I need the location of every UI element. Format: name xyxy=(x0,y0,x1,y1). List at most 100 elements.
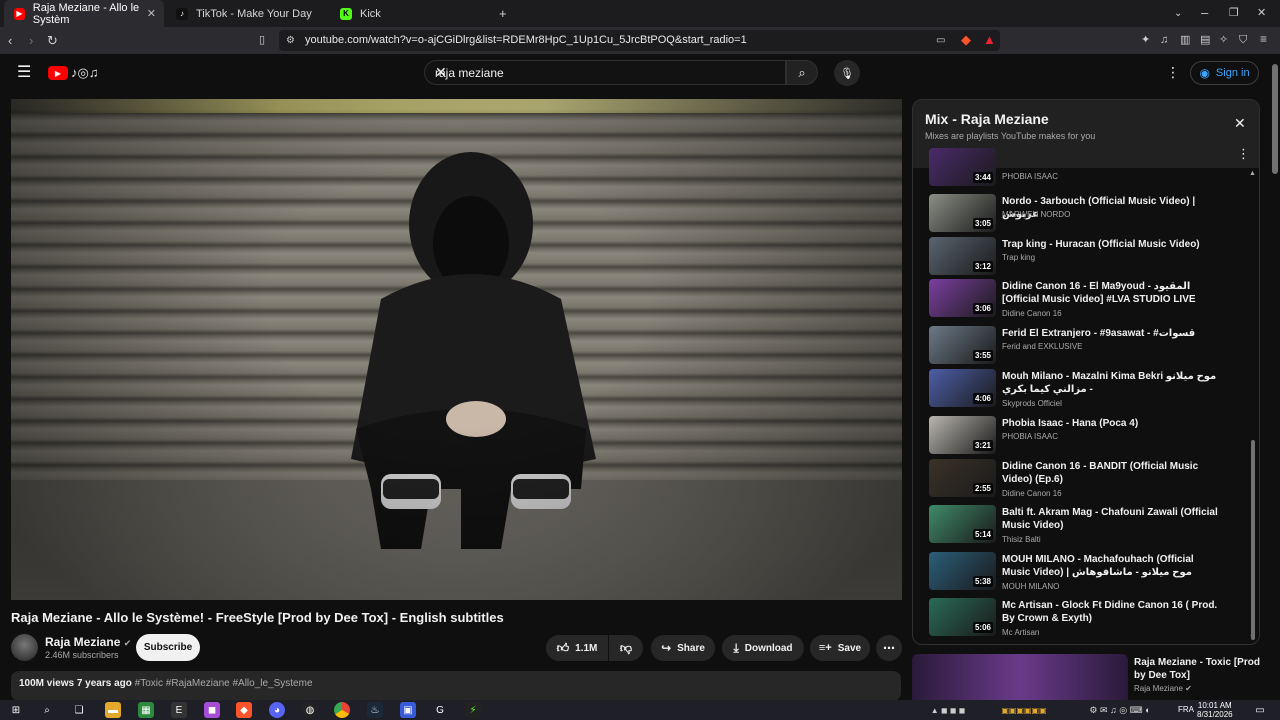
playlist-item[interactable]: 3:05 Nordo - 3arbouch (Official Music Vid… xyxy=(929,194,1229,234)
search-icon[interactable]: ⌕ xyxy=(39,702,55,718)
brave-icon[interactable]: ◆ xyxy=(236,702,252,718)
steam-icon[interactable]: ♨ xyxy=(367,702,383,718)
account-icon: ◉ xyxy=(1199,66,1210,80)
search-icon: ⌕ xyxy=(798,64,806,80)
playlist-item-artist: PHOBIA ISAAC xyxy=(1002,432,1059,441)
app-icon[interactable]: ▣ xyxy=(400,702,416,718)
close-window-icon[interactable]: ✕ xyxy=(1257,7,1266,20)
recommended-channel: Raja Meziane ✔ xyxy=(1134,684,1192,693)
wallet-icon[interactable]: ▤ xyxy=(1200,34,1210,47)
subscribe-button[interactable]: Subscribe xyxy=(136,634,200,661)
app-icon[interactable]: ◼ xyxy=(204,702,220,718)
playlist-item[interactable]: 5:14 Balti ft. Akram Mag - Chafouni Zawal… xyxy=(929,505,1229,545)
clock[interactable]: 10:01 AM 8/31/2026 xyxy=(1197,701,1233,719)
page-scrollbar[interactable] xyxy=(1270,54,1280,700)
playlist-scrollbar[interactable] xyxy=(1251,440,1255,640)
playlist-item-artist: Thisiz Balti xyxy=(1002,535,1041,544)
tab-tiktok[interactable]: ♪ TikTok - Make Your Day xyxy=(166,0,326,27)
playlist-item[interactable]: 5:06 Mc Artisan - Glock Ft Didine Canon 1… xyxy=(929,598,1229,638)
brave-shields-icon[interactable]: ◆ xyxy=(961,33,971,46)
playlist-item[interactable]: 3:21 Phobia Isaac - Hana (Poca 4) PHOBIA I… xyxy=(929,416,1229,456)
youtube-doodle-icon[interactable]: ♪◎♫ xyxy=(71,65,99,81)
vpn-icon[interactable]: ⛉ xyxy=(1239,34,1247,47)
url-bar[interactable]: ⚙ youtube.com/watch?v=o-ajCGiDlrg&list=R… xyxy=(279,30,1000,51)
verified-icon: ✔ xyxy=(123,638,132,648)
recommended-video[interactable]: Raja Meziane - Toxic [Prod by Dee Tox] R… xyxy=(912,654,1260,700)
app-icon[interactable]: G xyxy=(432,702,448,718)
discord-icon[interactable]: ◕ xyxy=(269,702,285,718)
playlist-item-title: Trap king - Huracan (Official Music Vide… xyxy=(1002,239,1200,250)
playlist-item[interactable]: 5:38 MOUH MILANO - Machafouhach (Official… xyxy=(929,552,1229,592)
playlist-menu-icon[interactable]: ⋮ xyxy=(1237,146,1250,162)
epic-games-icon[interactable]: E xyxy=(171,702,187,718)
tab-youtube[interactable]: ▶ Raja Meziane - Allo le Systèm ✕ xyxy=(4,0,164,27)
more-actions-button[interactable]: ⋯ xyxy=(876,635,902,661)
download-button[interactable]: ⤓ Download xyxy=(722,635,804,661)
tray-icons[interactable]: ▲ ◼ ◼ ◼ xyxy=(918,702,978,718)
description-box[interactable]: 100M views 7 years ago #Toxic #RajaMezia… xyxy=(11,671,901,701)
reload-icon[interactable]: ↻ xyxy=(47,34,58,47)
playlist-item[interactable]: 3:06 Didine Canon 16 - El Ma9youd - المقي… xyxy=(929,279,1229,319)
like-button[interactable]: 👍︎ 1.1M xyxy=(546,635,608,661)
page-scrollbar-thumb[interactable] xyxy=(1272,64,1278,174)
brave-rewards-icon[interactable]: ▲ xyxy=(983,33,996,46)
maximize-icon[interactable]: ❐ xyxy=(1229,7,1239,20)
channel-avatar[interactable] xyxy=(11,634,38,661)
store-icon[interactable]: ▦ xyxy=(138,702,154,718)
search-input[interactable]: raja meziane ✕ xyxy=(424,60,786,85)
playlist-item[interactable]: 3:55 Ferid El Extranjero - #9asawat - #قس… xyxy=(929,326,1229,366)
file-explorer-icon[interactable]: ▬ xyxy=(105,702,121,718)
new-tab-icon[interactable]: + xyxy=(499,7,507,20)
language-indicator[interactable]: FRA xyxy=(1178,705,1194,714)
extensions-icon[interactable]: ✦ xyxy=(1141,34,1150,47)
youtube-logo-icon[interactable]: ▶ xyxy=(48,66,68,80)
playlist-item-title: Didine Canon 16 - BANDIT (Official Music… xyxy=(1002,461,1199,485)
site-info-icon[interactable]: ⚙ xyxy=(286,34,295,47)
playlist-item-thumbnail: 3:21 xyxy=(929,416,996,454)
sign-in-button[interactable]: ◉ Sign in xyxy=(1190,61,1259,85)
menu-icon[interactable]: ≡ xyxy=(1260,33,1267,46)
media-icon[interactable]: ♫ xyxy=(1160,34,1168,47)
close-tab-icon[interactable]: ✕ xyxy=(147,7,156,20)
playlist-title[interactable]: Mix - Raja Meziane xyxy=(925,111,1049,127)
hashtags[interactable]: #Toxic #RajaMeziane #Allo_le_Systeme xyxy=(135,678,313,689)
app-icon[interactable]: ◍ xyxy=(302,702,318,718)
recommended-thumbnail xyxy=(912,654,1128,700)
bookmark-icon[interactable]: ▯ xyxy=(259,34,265,47)
tab-label: Kick xyxy=(360,7,381,20)
sidebar-icon[interactable]: ▥ xyxy=(1180,34,1190,47)
search-button[interactable]: ⌕ xyxy=(786,60,818,85)
notifications-icon[interactable]: ▭ xyxy=(1252,702,1268,718)
hamburger-menu-icon[interactable]: ☰ xyxy=(17,65,31,81)
more-options-icon[interactable]: ⋮ xyxy=(1166,65,1180,79)
tab-kick[interactable]: K Kick xyxy=(330,0,490,27)
playlist-item-thumbnail: 4:06 xyxy=(929,369,996,407)
channel-name[interactable]: Raja Meziane ✔ xyxy=(45,635,131,649)
task-view-icon[interactable]: ❏ xyxy=(71,702,87,718)
playlist-item[interactable]: 4:06 Mouh Milano - Mazalni Kima Bekri موح… xyxy=(929,369,1229,409)
voice-search-button[interactable]: 🎙︎ xyxy=(834,60,860,86)
channel-name-text: Raja Meziane xyxy=(45,635,121,649)
save-button[interactable]: ≡+ Save xyxy=(810,635,870,661)
system-tray-icons[interactable]: ⚙ ✉ ♫ ◎ ⌨ ◐ xyxy=(1070,702,1170,718)
playlist-item-artist: Mc Artisan xyxy=(1002,628,1040,637)
scroll-up-icon[interactable]: ▲ xyxy=(1249,170,1256,177)
clear-search-icon[interactable]: ✕ xyxy=(435,64,777,81)
cast-icon[interactable]: ▭ xyxy=(936,34,945,47)
forward-icon[interactable]: › xyxy=(29,34,33,47)
tab-list-icon[interactable]: ⌄ xyxy=(1174,7,1182,20)
playlist-item[interactable]: 2:55 Didine Canon 16 - BANDIT (Official M… xyxy=(929,459,1229,499)
close-playlist-icon[interactable]: ✕ xyxy=(1234,115,1246,132)
windows-start-icon[interactable]: ⊞ xyxy=(8,702,24,718)
share-button[interactable]: ↪ Share xyxy=(651,635,715,661)
chrome-icon[interactable] xyxy=(334,702,350,718)
minimize-icon[interactable]: – xyxy=(1201,6,1208,19)
tray-app-icons[interactable]: ▣▣▣▣▣▣ xyxy=(984,702,1064,718)
video-player[interactable] xyxy=(11,99,902,600)
leo-icon[interactable]: ✧ xyxy=(1219,34,1228,47)
playlist-item-title: MOUH MILANO - Machafouhach (Official Mus… xyxy=(1002,554,1194,578)
app-icon[interactable]: ⚡ xyxy=(465,702,481,718)
back-icon[interactable]: ‹ xyxy=(8,34,12,47)
playlist-item[interactable]: 3:12 Trap king - Huracan (Official Music … xyxy=(929,237,1229,277)
dislike-button[interactable]: 👎︎ xyxy=(609,635,643,661)
